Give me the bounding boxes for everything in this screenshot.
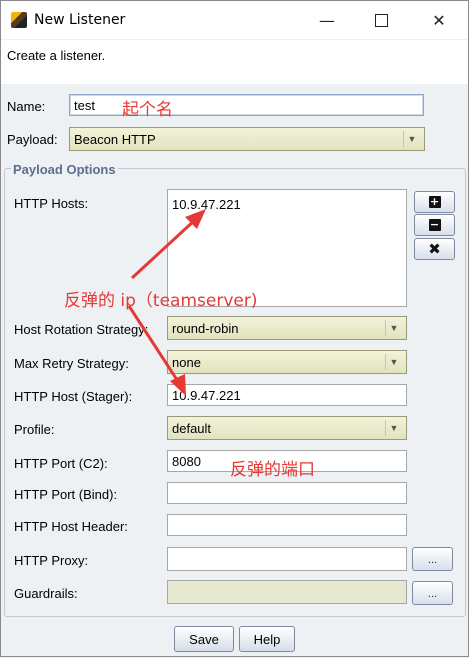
help-button[interactable]: Help (239, 626, 295, 652)
proxy-browse-button[interactable]: ... (412, 547, 453, 571)
add-host-button[interactable]: + (414, 191, 455, 213)
annotation-ip-note: 反弹的 ip（teamserver) (64, 291, 258, 311)
new-listener-dialog: New Listener — ✕ Create a listener. Name… (0, 0, 469, 657)
host-header-input[interactable] (167, 514, 407, 536)
annotation-name-note: 起个名 (122, 100, 173, 120)
port-c2-label: HTTP Port (C2): (14, 456, 108, 471)
description-text: Create a listener. (7, 48, 106, 63)
proxy-input[interactable] (167, 547, 407, 571)
guardrails-browse-button[interactable]: ... (412, 581, 453, 605)
host-rotation-label: Host Rotation Strategy: (14, 322, 149, 337)
minus-icon: − (428, 218, 441, 231)
profile-value: default (172, 421, 212, 436)
annotation-port-note: 反弹的端口 (230, 460, 315, 480)
port-bind-input[interactable] (167, 482, 407, 504)
host-rotation-select[interactable]: round-robin ▼ (167, 316, 407, 340)
proxy-label: HTTP Proxy: (14, 553, 89, 568)
close-button[interactable]: ✕ (416, 1, 462, 39)
guardrails-input[interactable] (167, 580, 407, 604)
payload-select[interactable]: Beacon HTTP ▼ (69, 127, 425, 151)
save-button[interactable]: Save (174, 626, 234, 652)
chevron-down-icon: ▼ (385, 320, 402, 336)
chevron-down-icon: ▼ (385, 354, 402, 370)
host-stager-label: HTTP Host (Stager): (14, 389, 133, 404)
window-title: New Listener (34, 12, 126, 28)
profile-select[interactable]: default ▼ (167, 416, 407, 440)
profile-label: Profile: (14, 422, 55, 437)
max-retry-select[interactable]: none ▼ (167, 350, 407, 374)
minimize-button[interactable]: — (304, 1, 350, 39)
chevron-down-icon: ▼ (403, 131, 420, 147)
max-retry-label: Max Retry Strategy: (14, 356, 129, 371)
list-item[interactable]: 10.9.47.221 (172, 197, 402, 212)
x-icon: ✖ (428, 240, 441, 258)
payload-label: Payload: (7, 132, 58, 147)
host-stager-input[interactable]: 10.9.47.221 (167, 384, 407, 406)
description-panel: Create a listener. (1, 40, 468, 84)
guardrails-label: Guardrails: (14, 586, 78, 601)
payload-select-value: Beacon HTTP (74, 132, 156, 147)
remove-host-button[interactable]: − (414, 214, 455, 236)
payload-options-legend: Payload Options (11, 162, 118, 177)
app-icon (11, 12, 27, 28)
title-bar: New Listener — ✕ (1, 1, 468, 39)
name-label: Name: (7, 99, 46, 114)
port-bind-label: HTTP Port (Bind): (14, 487, 118, 502)
chevron-down-icon: ▼ (385, 420, 402, 436)
maximize-button[interactable] (358, 1, 404, 39)
host-header-label: HTTP Host Header: (14, 519, 128, 534)
maximize-icon (374, 13, 388, 27)
clear-hosts-button[interactable]: ✖ (414, 238, 455, 260)
host-rotation-value: round-robin (172, 321, 239, 336)
plus-icon: + (428, 195, 441, 208)
http-hosts-label: HTTP Hosts: (14, 196, 89, 211)
max-retry-value: none (172, 355, 201, 370)
